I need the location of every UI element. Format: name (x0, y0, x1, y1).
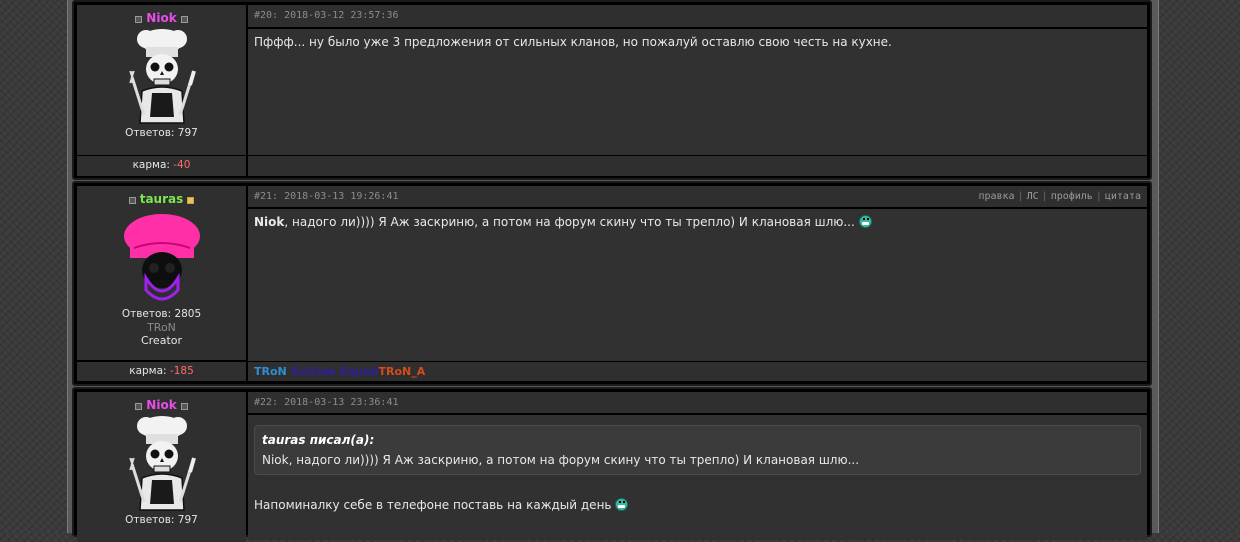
user-clan: TRoN (147, 321, 176, 334)
post-actions: правка | ЛС | профиль | цитата (978, 191, 1141, 202)
grin-smiley-icon (858, 215, 872, 228)
post-author-panel: Niok Ответов: 797 (77, 5, 246, 155)
reply-count: Ответов: 797 (125, 127, 198, 139)
post-text: , надого ли)))) Я Аж заскриню, а потом н… (284, 215, 855, 229)
karma: карма: -185 (77, 362, 246, 381)
online-dot-icon (187, 196, 195, 204)
mention-link[interactable]: Niok (254, 215, 284, 229)
reply-count: Ответов: 2805 (121, 308, 202, 320)
status-dot-icon (180, 402, 188, 410)
post-author-panel: tauras Ответов: 2805 TRoN Creator (77, 186, 246, 360)
post-header: #21: 2018-03-13 19:26:41 правка | ЛС | профи… (248, 186, 1147, 208)
signature-clan-suicide-squad[interactable]: Suicide Squad (291, 365, 379, 378)
profile-link[interactable]: профиль (1051, 191, 1093, 202)
post-header: #20: 2018-03-12 23:57:36 (248, 5, 1147, 28)
status-dot-icon (128, 196, 136, 204)
username-link[interactable]: tauras (140, 192, 184, 206)
post-link[interactable]: #22: 2018-03-13 23:36:41 (254, 397, 399, 408)
post-body: Пффф... ну было уже 3 предложения от сил… (248, 29, 1147, 155)
post-signature: TRoN Suicide SquadTRoN_A (248, 362, 1147, 381)
pink-skull-icon (123, 214, 200, 301)
karma-value: -185 (169, 365, 194, 377)
forum-post: Niok Ответов: 797 #20: 2018-03-12 23:57:… (72, 0, 1152, 180)
karma-value: -40 (173, 159, 191, 171)
forum-post: tauras Ответов: 2805 TRoN Creator #21: 2… (72, 181, 1152, 386)
avatar[interactable] (122, 208, 202, 308)
user-role: Creator (140, 334, 183, 347)
post-link[interactable]: #20: 2018-03-12 23:57:36 (254, 10, 399, 21)
post-signature (248, 156, 1147, 176)
quote-block: tauras писал(а): Niok, надого ли)))) Я А… (254, 425, 1141, 475)
quote-text: Niok, надого ли)))) Я Аж заскриню, а пот… (262, 453, 860, 467)
status-dot-icon (135, 15, 143, 23)
post-link[interactable]: #21: 2018-03-13 19:26:41 (254, 191, 399, 202)
karma: карма: -40 (77, 156, 246, 176)
signature-clan-tron-a[interactable]: TRoN_A (378, 365, 425, 378)
reply-count: Ответов: 797 (125, 514, 198, 526)
chef-skull-icon (128, 416, 196, 511)
avatar[interactable] (122, 27, 202, 127)
post-text-wrap: Напоминалку себе в телефоне поставь на к… (254, 497, 1141, 513)
signature-clan-tron[interactable]: TRoN (254, 365, 291, 378)
pm-link[interactable]: ЛС (1027, 191, 1039, 202)
quote-link[interactable]: цитата (1105, 191, 1141, 202)
post-header: #22: 2018-03-13 23:36:41 (248, 392, 1147, 414)
post-body: tauras писал(а): Niok, надого ли)))) Я А… (248, 415, 1147, 540)
status-dot-icon (180, 15, 188, 23)
post-text: Напоминалку себе в телефоне поставь на к… (254, 498, 612, 512)
post-author-panel: Niok Ответов: 797 (77, 392, 246, 542)
karma-label: карма: (132, 159, 170, 171)
edit-link[interactable]: правка (978, 191, 1014, 202)
username-link[interactable]: Niok (146, 398, 176, 412)
forum-post: Niok Ответов: 797 #22: 2018-03-13 23:36:… (72, 387, 1152, 542)
grin-smiley-icon (615, 498, 629, 511)
post-body: Niok, надого ли)))) Я Аж заскриню, а пот… (248, 209, 1147, 361)
quote-header: tauras писал(а): (262, 433, 375, 447)
status-dot-icon (135, 402, 143, 410)
chef-skull-icon (128, 29, 196, 124)
username-link[interactable]: Niok (146, 11, 176, 25)
karma-label: карма: (129, 365, 167, 377)
avatar[interactable] (122, 414, 202, 514)
